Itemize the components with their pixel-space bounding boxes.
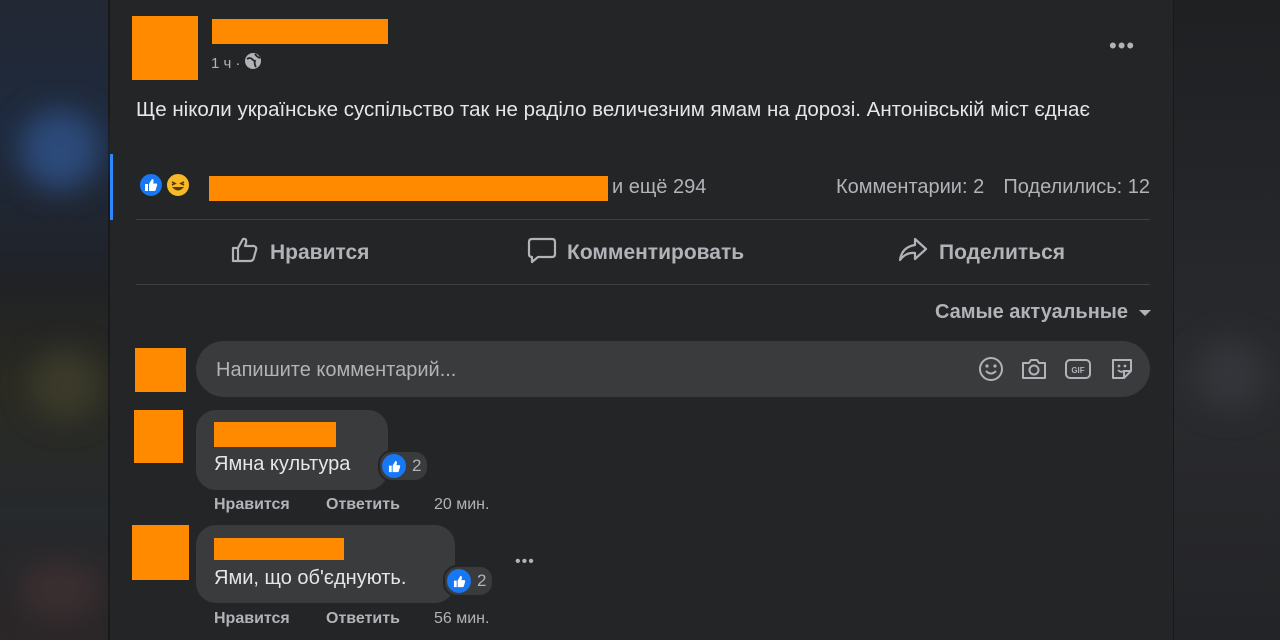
comment-author[interactable] <box>214 538 344 560</box>
comment-reactions[interactable]: 2 <box>378 450 430 482</box>
comment-reactions[interactable]: 2 <box>443 565 495 597</box>
comment-like-count: 2 <box>477 571 487 590</box>
background-blur <box>20 110 100 190</box>
comment-sort-dropdown[interactable]: Самые актуальные <box>935 301 1152 324</box>
focus-indicator <box>110 154 113 220</box>
comment-like-count: 2 <box>412 456 422 475</box>
like-button[interactable]: Нравится <box>230 236 369 270</box>
reactions-row: и ещё 294 Комментарии: 2 Поделились: 12 <box>138 170 1150 204</box>
background-left <box>0 0 108 640</box>
comment-avatar[interactable] <box>132 525 189 580</box>
comment-text: Ями, що об'єднують. <box>214 567 407 589</box>
comment-author[interactable] <box>214 422 336 447</box>
like-reaction-icon[interactable] <box>138 172 164 198</box>
comment-button[interactable]: Комментировать <box>527 236 744 270</box>
divider <box>136 284 1150 285</box>
globe-icon <box>244 52 262 74</box>
caret-down-icon <box>1138 301 1152 324</box>
meta-separator: · <box>235 54 241 72</box>
comment-input[interactable] <box>214 341 958 399</box>
comment-bubble <box>196 525 455 603</box>
camera-icon[interactable] <box>1020 355 1048 383</box>
author-name[interactable] <box>212 19 388 44</box>
reactions-others-count[interactable]: и ещё 294 <box>612 176 706 199</box>
like-button-label: Нравится <box>270 241 370 264</box>
haha-reaction-icon[interactable] <box>165 172 191 198</box>
comment-text: Ямна культура <box>214 453 351 475</box>
background-blur <box>20 560 100 620</box>
svg-text:GIF: GIF <box>1071 366 1084 375</box>
post-stats: Комментарии: 2 Поделились: 12 <box>836 176 1150 199</box>
emoji-icon[interactable] <box>977 355 1005 383</box>
sticker-icon[interactable] <box>1108 355 1136 383</box>
comment-reply-button[interactable]: Ответить <box>326 610 400 628</box>
comment-like-button[interactable]: Нравится <box>214 496 290 514</box>
author-avatar[interactable] <box>132 16 198 80</box>
share-arrow-icon <box>897 236 929 270</box>
share-button[interactable]: Поделиться <box>897 236 1065 270</box>
post-more-options[interactable]: ••• <box>1109 33 1135 59</box>
reactors-names[interactable] <box>209 176 608 201</box>
current-user-avatar[interactable] <box>135 348 186 392</box>
sort-label: Самые актуальные <box>934 301 1128 323</box>
comment-time[interactable]: 20 мин. <box>434 496 489 514</box>
comment-more-options[interactable]: ••• <box>515 553 535 571</box>
background-blur <box>1195 340 1265 410</box>
comment-button-label: Комментировать <box>567 241 745 264</box>
comment-like-button[interactable]: Нравится <box>214 610 290 628</box>
thumbs-up-icon <box>230 236 260 270</box>
comments-count[interactable]: Комментарии: 2 <box>836 176 984 198</box>
like-reaction-icon <box>447 569 471 593</box>
comment-time[interactable]: 56 мин. <box>434 610 489 628</box>
comment-avatar[interactable] <box>134 410 183 463</box>
like-reaction-icon <box>382 454 406 478</box>
comment-bubble-icon <box>527 236 557 270</box>
comment-composer: GIF <box>196 341 1150 399</box>
background-blur <box>30 350 100 420</box>
post-time[interactable]: 1 ч <box>211 55 231 72</box>
gif-icon[interactable]: GIF <box>1064 355 1092 383</box>
divider <box>136 219 1150 220</box>
comment-reply-button[interactable]: Ответить <box>326 496 400 514</box>
post-text: Ще ніколи українське суспільство так не … <box>136 98 1090 121</box>
post-meta: 1 ч · <box>211 52 262 74</box>
background-right <box>1174 0 1280 640</box>
shares-count[interactable]: Поделились: 12 <box>1003 176 1150 198</box>
share-button-label: Поделиться <box>939 241 1066 264</box>
